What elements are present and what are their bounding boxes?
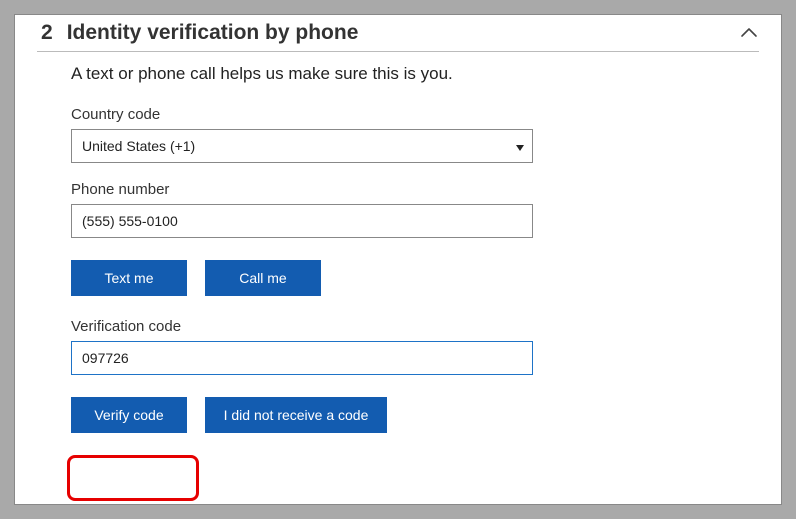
section-title: Identity verification by phone: [67, 21, 739, 45]
section-body: A text or phone call helps us make sure …: [37, 64, 759, 433]
country-code-select[interactable]: United States (+1): [71, 129, 533, 163]
did-not-receive-code-button[interactable]: I did not receive a code: [205, 397, 387, 433]
section-header[interactable]: 2 Identity verification by phone: [37, 21, 759, 52]
verify-button-row: Verify code I did not receive a code: [71, 397, 719, 433]
dropdown-caret-icon: [516, 130, 524, 162]
highlight-annotation: [67, 455, 199, 501]
verification-code-input[interactable]: [71, 341, 533, 375]
phone-number-label: Phone number: [71, 181, 719, 198]
country-code-label: Country code: [71, 106, 719, 123]
step-number: 2: [41, 21, 53, 45]
identity-verification-panel: 2 Identity verification by phone A text …: [14, 14, 782, 505]
phone-number-input[interactable]: [71, 204, 533, 238]
send-code-button-row: Text me Call me: [71, 260, 719, 296]
verify-code-button[interactable]: Verify code: [71, 397, 187, 433]
verification-code-label: Verification code: [71, 318, 719, 335]
call-me-button[interactable]: Call me: [205, 260, 321, 296]
text-me-button[interactable]: Text me: [71, 260, 187, 296]
chevron-up-icon[interactable]: [739, 23, 759, 43]
country-code-selected: United States (+1): [82, 138, 195, 154]
section-subtitle: A text or phone call helps us make sure …: [71, 64, 719, 84]
